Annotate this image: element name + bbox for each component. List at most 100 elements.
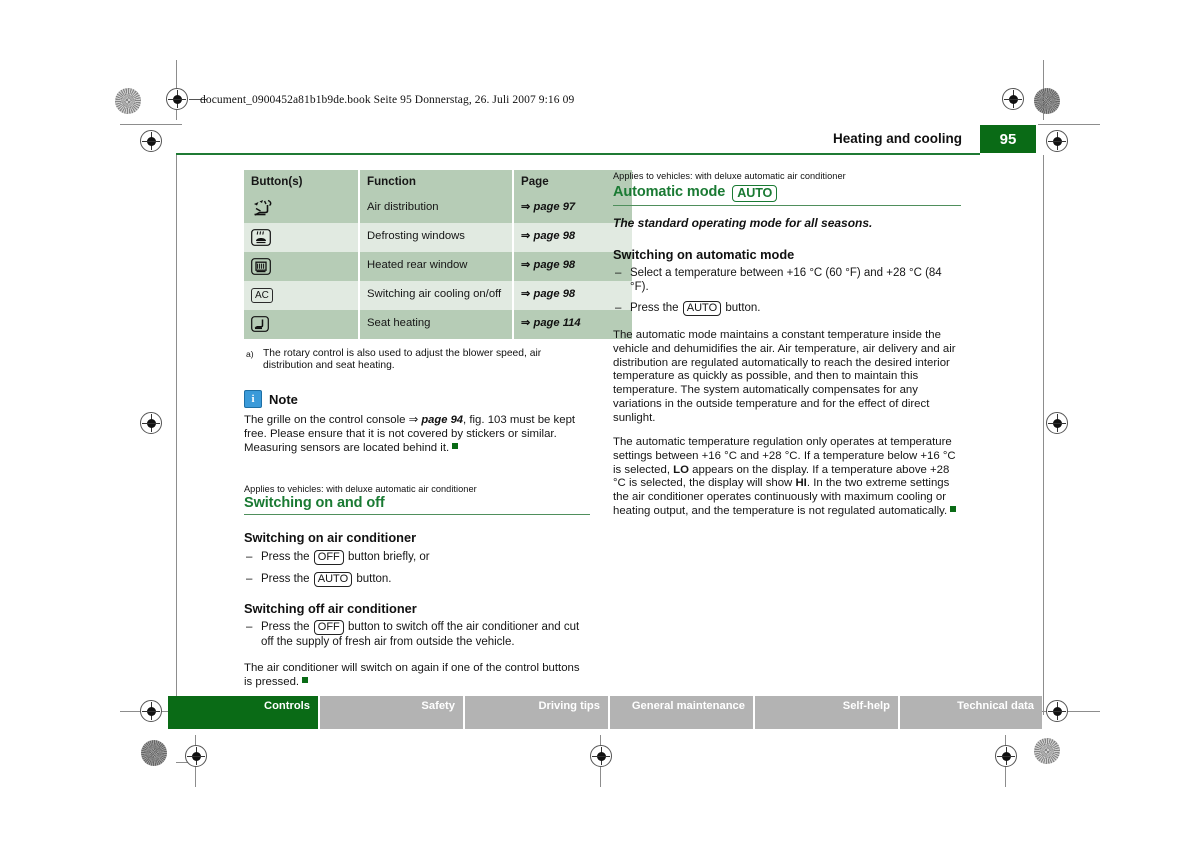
list-switching-off: Press the OFF button to switch off the a…	[244, 620, 590, 649]
section-heading-text: Switching on and off	[244, 495, 385, 512]
column-header-buttons: Button(s)	[244, 170, 360, 194]
info-icon: i	[244, 390, 262, 409]
section-heading-text: Automatic mode	[613, 184, 726, 201]
halftone-dot-bottom-right	[1034, 738, 1060, 764]
display-value-hi: HI	[795, 477, 807, 490]
page-reference: page 114	[533, 317, 581, 330]
list-item-post: button briefly, or	[344, 550, 430, 563]
footer-tab-label: Technical data	[957, 700, 1034, 712]
registration-mark-top-right	[1002, 88, 1024, 110]
page-arrow-icon: ⇒	[408, 414, 419, 427]
page-reference: page 98	[533, 259, 576, 272]
crop-line-top-horizontal	[120, 124, 182, 125]
auto-button-key: AUTO	[732, 184, 778, 202]
page-number-badge: 95	[980, 125, 1036, 153]
crop-line-right-vertical-lower	[1043, 155, 1044, 715]
note-page-reference: page 94	[421, 414, 464, 427]
closing-paragraph: The air conditioner will switch on again…	[244, 662, 590, 689]
registration-mark-left-lower	[140, 700, 162, 722]
footer-navigation: Controls Safety Driving tips General mai…	[168, 696, 1042, 729]
registration-mark-right-lower	[1046, 700, 1068, 722]
paragraph-automatic-mode-description: The automatic mode maintains a constant …	[613, 329, 956, 424]
cell-button-icon	[244, 251, 360, 281]
page-arrow-icon: ⇒	[521, 201, 531, 214]
cell-function: Seat heating	[359, 309, 514, 339]
footer-tab-controls[interactable]: Controls	[168, 696, 320, 729]
page-reference: page 98	[533, 230, 576, 243]
halftone-dot-top-left	[115, 88, 141, 114]
list-item-pre: Press the	[630, 302, 682, 315]
section-heading-switching: Switching on and off	[244, 495, 590, 512]
note-title: Note	[269, 391, 298, 407]
column-header-function: Function	[359, 170, 514, 194]
list-item: Press the OFF button briefly, or	[244, 549, 590, 565]
page-title: Heating and cooling	[832, 131, 962, 146]
off-button-key: OFF	[313, 549, 344, 565]
halftone-dot-top-right	[1034, 88, 1060, 114]
registration-mark-top-left	[166, 88, 188, 110]
footer-tab-label: General maintenance	[631, 700, 745, 712]
page-arrow-icon: ⇒	[521, 288, 531, 301]
seat-heating-icon	[251, 316, 269, 332]
list-item-post: button.	[353, 572, 392, 585]
auto-button-key: AUTO	[313, 571, 353, 587]
note-heading: i Note	[244, 390, 590, 409]
list-item-pre: Press the	[261, 550, 313, 563]
note-text-before: The grille on the control console	[244, 414, 409, 427]
end-of-section-marker	[950, 505, 957, 512]
cell-function: Switching air cooling on/off	[359, 280, 514, 310]
note-body: The grille on the control console ⇒ page…	[244, 414, 590, 455]
footer-tab-technical-data[interactable]: Technical data	[900, 696, 1042, 729]
cell-button-icon	[244, 222, 360, 252]
cell-button-icon	[244, 309, 360, 339]
list-item: Press the AUTO button.	[244, 571, 590, 587]
display-value-lo: LO	[673, 463, 689, 476]
cell-function: Air distribution	[359, 193, 514, 223]
paragraph-temperature-regulation: The automatic temperature regulation onl…	[613, 436, 961, 518]
defrost-windshield-icon	[251, 228, 271, 246]
applies-note-left: Applies to vehicles: with deluxe automat…	[244, 483, 477, 494]
auto-button-key: AUTO	[682, 301, 722, 317]
list-switching-on: Press the OFF button briefly, or Press t…	[244, 549, 590, 587]
button-reference-table: Button(s) Function Page Air distribution…	[244, 170, 632, 339]
list-switching-on-automatic: Select a temperature between +16 °C (60 …	[613, 266, 961, 317]
page-arrow-icon: ⇒	[521, 317, 531, 330]
page-arrow-icon: ⇒	[521, 230, 531, 243]
footnote-marker: a)	[246, 348, 254, 359]
footnote-text: The rotary control is also used to adjus…	[263, 347, 542, 371]
off-button-key: OFF	[313, 620, 344, 636]
section-rule	[244, 513, 590, 516]
ac-button-icon: AC	[251, 287, 273, 303]
registration-mark-left-middle	[140, 412, 162, 434]
end-of-section-marker	[452, 442, 459, 449]
left-column: Button(s) Function Page Air distribution…	[244, 170, 632, 701]
registration-mark-right-middle	[1046, 412, 1068, 434]
document-info-line: document_0900452a81b1b9de.book Seite 95 …	[200, 94, 575, 106]
footer-tab-safety[interactable]: Safety	[320, 696, 465, 729]
heated-rear-window-icon	[251, 257, 271, 275]
footer-tab-general-maintenance[interactable]: General maintenance	[610, 696, 755, 729]
list-item-post: button.	[722, 302, 761, 315]
table-row: Defrosting windows ⇒ page 98	[244, 222, 632, 252]
footer-tab-self-help[interactable]: Self-help	[755, 696, 900, 729]
section-heading-automatic-mode: Automatic mode AUTO	[613, 184, 961, 202]
right-column: Applies to vehicles: with deluxe automat…	[613, 170, 961, 530]
section-rule	[613, 204, 961, 207]
page-reference: page 97	[533, 201, 576, 214]
footer-tab-label: Safety	[421, 700, 455, 712]
registration-mark-bottom-right	[995, 745, 1017, 767]
applies-note-right: Applies to vehicles: with deluxe automat…	[613, 171, 846, 181]
footer-tab-label: Driving tips	[538, 700, 600, 712]
cell-function: Defrosting windows	[359, 222, 514, 252]
header-rule	[176, 153, 980, 155]
list-item: Press the OFF button to switch off the a…	[244, 620, 590, 649]
halftone-dot-bottom-left	[141, 740, 167, 766]
cell-button-icon: AC	[244, 280, 360, 310]
closing-text: The air conditioner will switch on again…	[244, 662, 580, 689]
crop-line-left-vertical-lower	[176, 155, 177, 715]
list-item-pre: Press the	[261, 621, 313, 634]
registration-mark-right-upper	[1046, 130, 1068, 152]
registration-mark-bottom-left	[185, 745, 207, 767]
air-distribution-icon	[251, 199, 277, 218]
footer-tab-driving-tips[interactable]: Driving tips	[465, 696, 610, 729]
